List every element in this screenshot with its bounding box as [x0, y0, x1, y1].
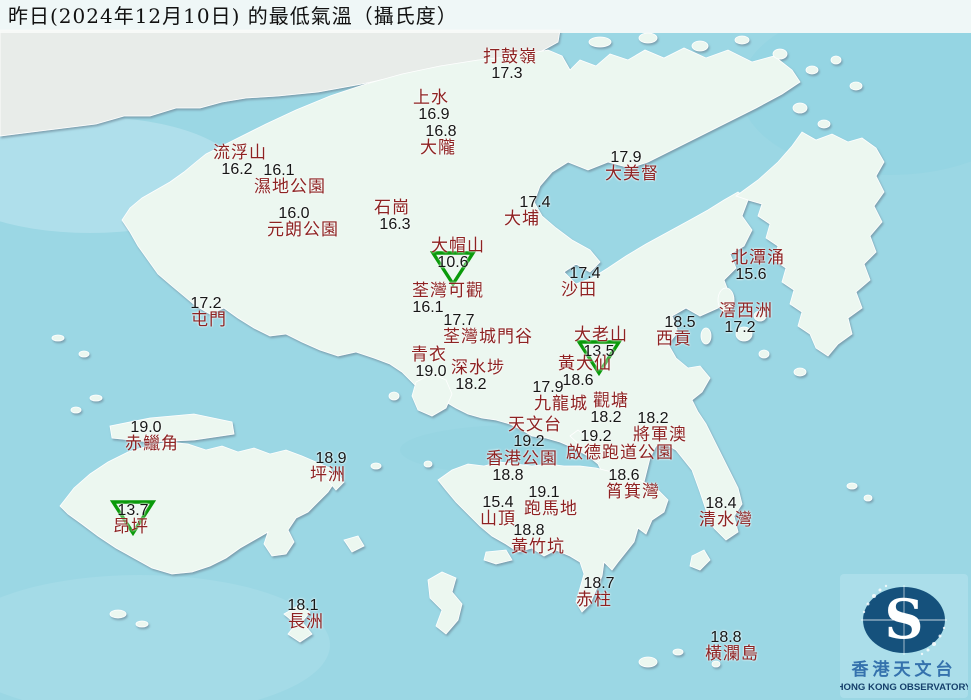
- svg-text:S: S: [885, 587, 924, 651]
- map-title: 昨日(2024年12月10日) 的最低氣溫（攝氏度）: [8, 4, 458, 28]
- hong-kong-map: [0, 0, 971, 700]
- hko-logo: S 香港天文台 HONG KONG OBSERVATORY: [837, 574, 971, 698]
- logo-cn-text: 香港天文台: [852, 659, 957, 680]
- title-bar: 昨日(2024年12月10日) 的最低氣溫（攝氏度）: [0, 0, 971, 33]
- weather-map-screenshot: 昨日(2024年12月10日) 的最低氣溫（攝氏度） 打鼓嶺 17.3 上水 16.9…: [0, 0, 971, 700]
- logo-en-text: HONG KONG OBSERVATORY: [840, 682, 968, 693]
